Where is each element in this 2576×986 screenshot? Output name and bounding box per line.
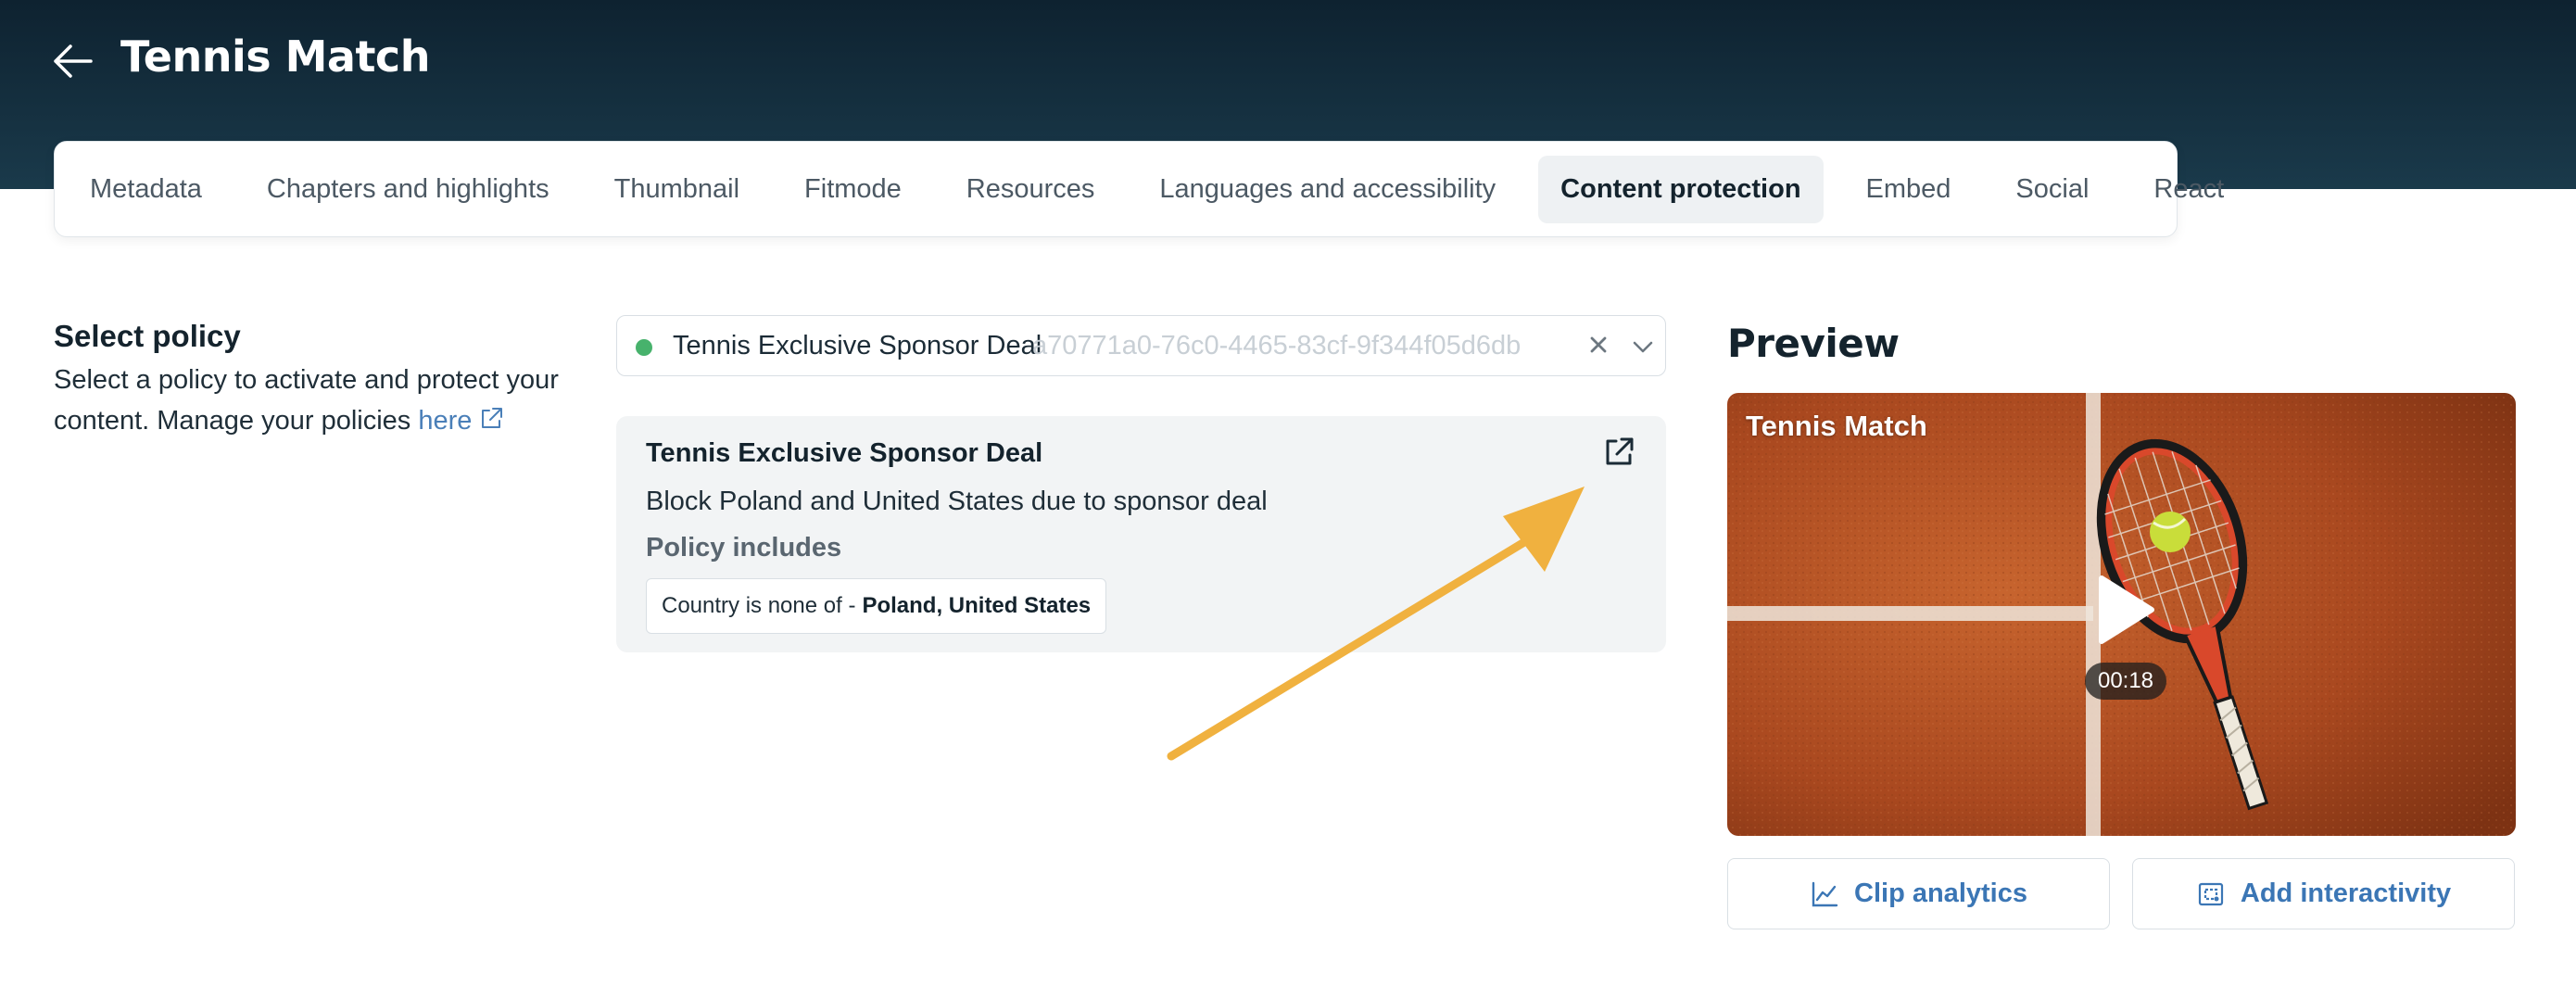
tab-languages-accessibility[interactable]: Languages and accessibility: [1137, 156, 1518, 223]
selected-policy-id: a70771a0-76c0-4465-83cf-9f344f05d6db: [1032, 331, 1522, 360]
preview-heading: Preview: [1727, 321, 1900, 366]
chevron-down-icon[interactable]: [1625, 329, 1661, 364]
select-policy-heading: Select policy: [54, 319, 241, 353]
tab-content-protection[interactable]: Content protection: [1538, 155, 1824, 223]
tab-chapters-highlights[interactable]: Chapters and highlights: [245, 156, 572, 223]
tab-social[interactable]: Social: [1993, 156, 2111, 223]
tab-fitmode[interactable]: Fitmode: [782, 156, 924, 223]
tab-react[interactable]: React: [2131, 156, 2246, 223]
clip-analytics-label[interactable]: Clip analytics: [1854, 879, 2027, 909]
tab-thumbnail[interactable]: Thumbnail: [592, 156, 762, 223]
add-interactivity-button[interactable]: Add interactivity: [2132, 858, 2515, 929]
policy-rule-prefix: Country is none of -: [662, 593, 856, 618]
policy-status-dot: [636, 339, 652, 356]
selected-policy-name: Tennis Exclusive Sponsor Deal: [673, 331, 1042, 360]
add-interactivity-label[interactable]: Add interactivity: [2241, 879, 2451, 909]
policy-card-title: Tennis Exclusive Sponsor Deal: [646, 438, 1043, 468]
video-title: Tennis Match: [1746, 410, 1927, 442]
select-policy-description: Select a policy to activate and protect …: [54, 360, 573, 441]
manage-policies-link[interactable]: here: [418, 406, 505, 436]
line-chart-icon: [1812, 881, 1838, 906]
policy-rule-values: Poland, United States: [862, 593, 1092, 618]
external-link-icon[interactable]: [1601, 435, 1636, 470]
tab-bar: Metadata Chapters and highlights Thumbna…: [54, 141, 2224, 237]
tab-metadata[interactable]: Metadata: [68, 156, 224, 223]
external-link-icon[interactable]: [477, 405, 505, 433]
interactivity-icon: [2198, 882, 2223, 905]
video-preview[interactable]: Tennis Match 00:18: [1727, 393, 2516, 836]
policy-rule-chip: Country is none of - Poland, United Stat…: [646, 578, 1107, 634]
annotation-arrow: [1167, 487, 1585, 761]
close-icon[interactable]: [1581, 327, 1616, 362]
play-icon[interactable]: [2092, 573, 2157, 647]
policy-select[interactable]: Tennis Exclusive Sponsor Deal a70771a0-7…: [616, 315, 1666, 376]
tab-embed[interactable]: Embed: [1844, 156, 1974, 223]
arrow-left-icon[interactable]: [48, 37, 96, 85]
tab-resources[interactable]: Resources: [944, 156, 1118, 223]
video-duration-badge: 00:18: [2085, 663, 2166, 700]
manage-policies-link-text[interactable]: here: [418, 406, 472, 436]
clip-analytics-button[interactable]: Clip analytics: [1727, 858, 2110, 929]
page-title: Tennis Match: [120, 32, 430, 82]
policy-includes-label: Policy includes: [646, 533, 842, 563]
